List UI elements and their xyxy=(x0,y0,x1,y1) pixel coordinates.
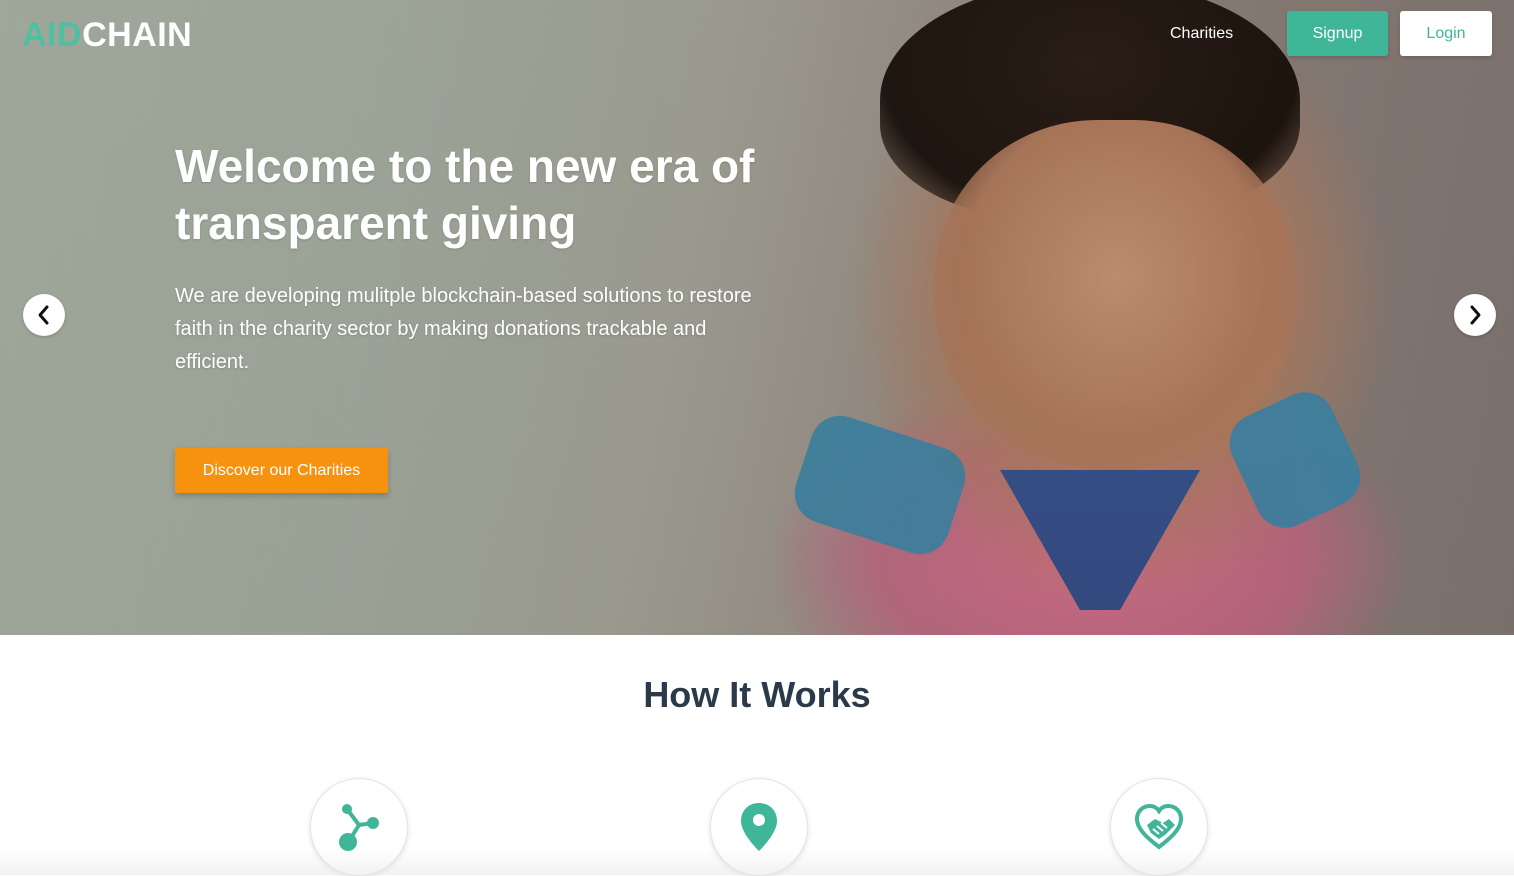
share-nodes-icon xyxy=(339,804,379,851)
carousel-prev-button[interactable] xyxy=(23,294,65,336)
carousel-next-button[interactable] xyxy=(1454,294,1496,336)
heart-handshake-icon xyxy=(1134,803,1184,850)
hero-title: Welcome to the new era of transparent gi… xyxy=(175,140,755,249)
chevron-left-icon xyxy=(38,305,49,325)
logo-aid: AID xyxy=(22,16,83,54)
chevron-right-icon xyxy=(1470,305,1481,325)
login-button[interactable]: Login xyxy=(1400,11,1492,56)
discover-charities-button[interactable]: Discover our Charities xyxy=(175,448,388,493)
step-2-circle xyxy=(710,778,808,876)
map-pin-icon xyxy=(741,803,777,851)
signup-button[interactable]: Signup xyxy=(1287,11,1388,56)
step-3-circle xyxy=(1110,778,1208,876)
hero-subtitle: We are developing mulitple blockchain-ba… xyxy=(175,285,752,373)
nav-link-charities[interactable]: Charities xyxy=(1170,22,1233,46)
step-1-circle xyxy=(310,778,408,876)
how-it-works-title: How It Works xyxy=(643,674,871,715)
hero-carousel: AIDCHAIN Charities Signup Login Welcome … xyxy=(0,0,1514,635)
logo-chain: CHAIN xyxy=(82,16,193,54)
site-logo[interactable]: AIDCHAIN xyxy=(22,14,192,56)
